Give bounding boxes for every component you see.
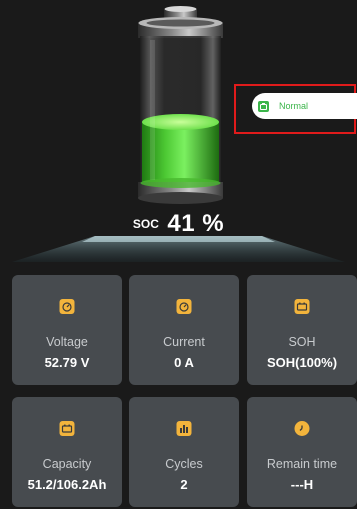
voltage-value: 52.79 V [44, 355, 90, 370]
cycles-card: Cycles 2 [129, 397, 239, 507]
remain-time-card: Remain time ---H [247, 397, 357, 507]
gauge-icon [59, 299, 75, 314]
bar-chart-icon [176, 421, 192, 436]
current-card: Current 0 A [129, 275, 239, 385]
soc-label: SOC [132, 217, 159, 231]
capacity-value: 51.2/106.2Ah [27, 477, 107, 492]
status-label: Normal [279, 101, 309, 111]
battery-icon [294, 299, 310, 314]
soh-value: SOH(100%) [266, 355, 338, 370]
battery-icon [138, 6, 223, 204]
remain-time-label: Remain time [266, 457, 338, 471]
battery-icon [59, 421, 75, 436]
cycles-label: Cycles [165, 457, 203, 471]
status-chip[interactable]: Normal [252, 93, 357, 119]
gauge-icon [176, 299, 192, 314]
remain-time-value: ---H [290, 477, 314, 492]
voltage-label: Voltage [46, 335, 88, 349]
cycles-value: 2 [180, 477, 188, 492]
battery-monitor-screen: Normal SOC 41 % Voltage 52.79 V Current … [0, 0, 357, 509]
clock-icon [294, 421, 310, 436]
capacity-label: Capacity [42, 457, 92, 471]
battery-stage [0, 232, 357, 264]
soh-card: SOH SOH(100%) [247, 275, 357, 385]
voltage-card: Voltage 52.79 V [12, 275, 122, 385]
battery-graphic [128, 6, 233, 206]
battery-status-icon [258, 100, 269, 112]
capacity-card: Capacity 51.2/106.2Ah [12, 397, 122, 507]
current-value: 0 A [174, 355, 194, 370]
current-label: Current [163, 335, 205, 349]
soh-label: SOH [288, 335, 316, 349]
